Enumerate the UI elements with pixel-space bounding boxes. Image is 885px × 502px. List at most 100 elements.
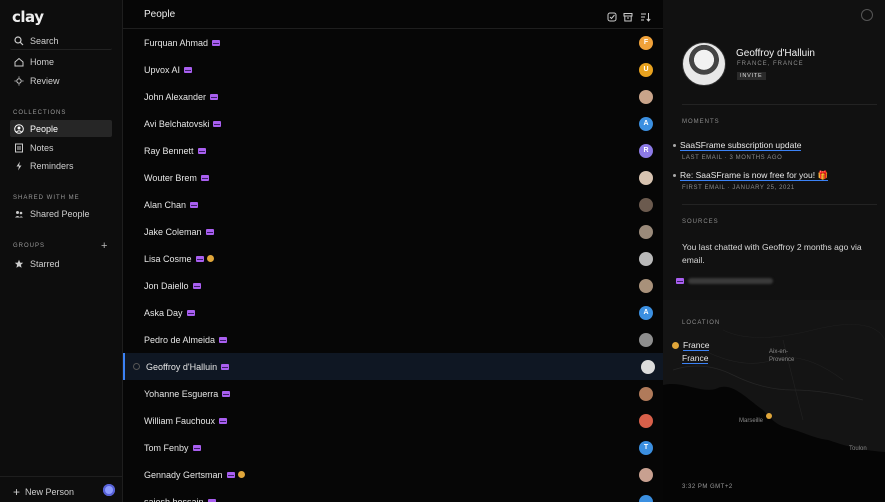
settings-gear-icon[interactable]: [103, 484, 115, 496]
sidebar: clay Search Home Review COLLECTIONS Peop…: [0, 0, 123, 502]
profile-settings-icon[interactable]: [861, 9, 873, 21]
mail-icon: [222, 390, 231, 397]
sidebar-item-label: Home: [30, 56, 55, 67]
redacted-email: [688, 278, 773, 284]
person-name: Geoffroy d'Halluin: [146, 362, 230, 372]
avatar: [682, 42, 726, 86]
archive-icon[interactable]: [623, 9, 633, 22]
new-person-button[interactable]: + New Person: [13, 485, 74, 499]
sort-icon[interactable]: [640, 9, 651, 22]
person-name-text: Tom Fenby: [144, 442, 189, 453]
person-name: Wouter Brem: [144, 173, 209, 183]
mail-icon: [207, 498, 216, 502]
row-select-radio[interactable]: [133, 363, 140, 370]
invite-button[interactable]: INVITE: [737, 72, 766, 80]
sidebar-item-notes[interactable]: Notes: [10, 139, 112, 156]
person-name: Tom Fenby: [144, 443, 201, 453]
location-map[interactable]: LOCATION France France Aix-en-Provence M…: [663, 300, 885, 502]
table-row[interactable]: Avi Belchatovski A: [123, 110, 663, 137]
collections-heading: COLLECTIONS: [13, 110, 67, 116]
table-row[interactable]: Alan Chan: [123, 191, 663, 218]
sidebar-item-review[interactable]: Review: [10, 72, 112, 89]
sidebar-item-label: Starred: [30, 258, 60, 269]
table-row[interactable]: Lisa Cosme: [123, 245, 663, 272]
moment-title[interactable]: SaaSFrame subscription update: [680, 140, 802, 151]
mail-icon: [192, 282, 201, 289]
avatar: [641, 359, 655, 374]
table-row[interactable]: Jon Daiello: [123, 272, 663, 299]
location-country[interactable]: France: [682, 353, 709, 364]
avatar: [639, 467, 653, 482]
table-row[interactable]: sajesh hossain: [123, 488, 663, 502]
page-title: People: [144, 9, 176, 20]
person-name: Jon Daiello: [144, 281, 201, 291]
sidebar-footer: + New Person: [0, 476, 123, 502]
mail-icon: [213, 120, 222, 127]
avatar: [639, 89, 653, 104]
table-row[interactable]: William Fauchoux: [123, 407, 663, 434]
avatar: R: [639, 143, 653, 158]
person-name: Ray Bennett: [144, 146, 206, 156]
table-row[interactable]: Jake Coleman: [123, 218, 663, 245]
table-row[interactable]: Upvox AI U: [123, 56, 663, 83]
mail-icon: [212, 39, 221, 46]
location-city-label[interactable]: France: [683, 340, 710, 351]
divider: [682, 104, 877, 105]
person-name-text: Gennady Gertsman: [144, 469, 223, 480]
table-row[interactable]: Ray Bennett R: [123, 137, 663, 164]
person-icon: [13, 123, 25, 135]
mail-icon: [219, 417, 228, 424]
sidebar-item-shared-people[interactable]: Shared People: [10, 205, 112, 222]
table-row[interactable]: John Alexander: [123, 83, 663, 110]
moment-item[interactable]: Re: SaaSFrame is now free for you! 🎁: [673, 170, 829, 181]
table-row[interactable]: Yohanne Esguerra: [123, 380, 663, 407]
moment-title[interactable]: Re: SaaSFrame is now free for you! 🎁: [680, 170, 829, 181]
avatar: [639, 413, 653, 428]
person-detail-panel: Geoffroy d'Halluin FRANCE, FRANCE INVITE…: [663, 0, 885, 502]
moment-subtitle: LAST EMAIL · 3 MONTHS AGO: [682, 155, 783, 161]
avatar: [639, 251, 653, 266]
sidebar-item-reminders[interactable]: Reminders: [10, 157, 112, 174]
email-source[interactable]: [672, 278, 773, 284]
avatar: [639, 278, 653, 293]
sidebar-item-starred[interactable]: Starred: [10, 255, 112, 272]
table-row[interactable]: Wouter Brem: [123, 164, 663, 191]
person-name-text: Aska Day: [144, 307, 183, 318]
person-name: Pedro de Almeida: [144, 335, 228, 345]
sidebar-search[interactable]: Search: [10, 33, 112, 50]
location-city[interactable]: France: [672, 340, 710, 351]
sidebar-item-people[interactable]: People: [10, 120, 112, 137]
marseille-pin-icon: [766, 413, 772, 419]
table-row[interactable]: Geoffroy d'Halluin: [123, 353, 663, 380]
table-row[interactable]: Tom Fenby T: [123, 434, 663, 461]
moment-item[interactable]: SaaSFrame subscription update: [673, 140, 802, 151]
mail-icon: [186, 309, 195, 316]
table-row[interactable]: Aska Day A: [123, 299, 663, 326]
avatar: [639, 197, 653, 212]
lightning-icon: [13, 160, 25, 172]
sidebar-item-home[interactable]: Home: [10, 53, 112, 70]
avatar: A: [639, 116, 653, 131]
avatar: A: [639, 305, 653, 320]
add-group-button[interactable]: +: [101, 240, 107, 252]
person-name-text: Jon Daiello: [144, 280, 189, 291]
table-row[interactable]: Gennady Gertsman: [123, 461, 663, 488]
person-name: sajesh hossain: [144, 497, 216, 502]
shared-people-icon: [13, 208, 25, 220]
person-name: Yohanne Esguerra: [144, 389, 231, 399]
mail-icon: [205, 228, 214, 235]
sun-icon: [13, 75, 25, 87]
person-name-text: Ray Bennett: [144, 145, 194, 156]
person-name-text: Alan Chan: [144, 199, 187, 210]
table-row[interactable]: Pedro de Almeida: [123, 326, 663, 353]
home-icon: [13, 56, 25, 68]
mail-icon: [676, 278, 684, 284]
person-name: Upvox AI: [144, 65, 193, 75]
select-check-icon[interactable]: [607, 9, 617, 22]
moments-heading: MOMENTS: [682, 119, 720, 125]
location-country-label[interactable]: France: [682, 353, 709, 364]
map-graphic: [663, 324, 885, 502]
avatar: [639, 386, 653, 401]
location-pin-icon: [672, 342, 679, 349]
table-row[interactable]: Furquan Ahmad F: [123, 29, 663, 56]
